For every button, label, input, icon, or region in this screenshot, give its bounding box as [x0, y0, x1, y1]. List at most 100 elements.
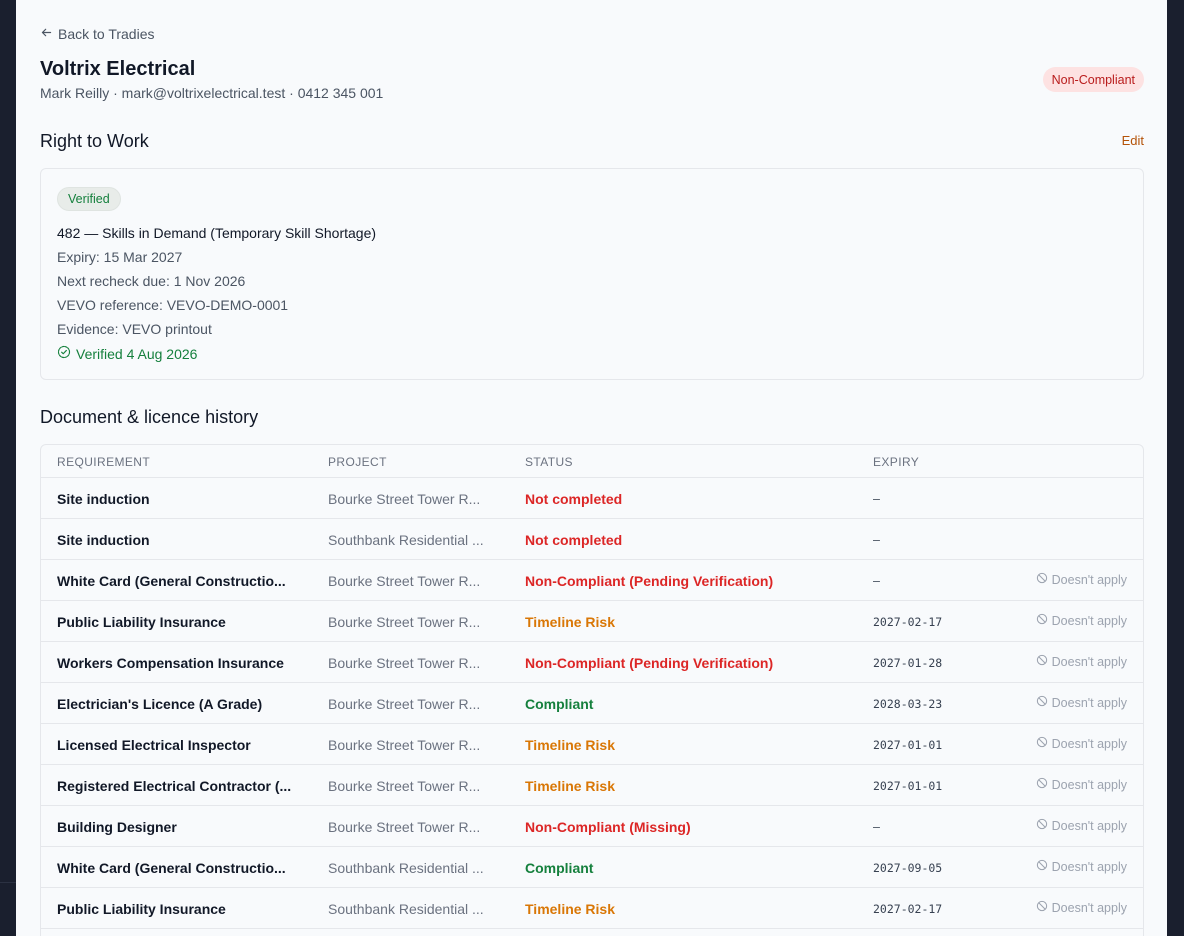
edit-right-to-work-button[interactable]: Edit [1122, 133, 1144, 148]
requirement-cell: White Card (General Constructio... [57, 573, 286, 589]
verified-badge: Verified [57, 187, 121, 211]
right-rail [1167, 0, 1184, 936]
ban-icon [1036, 736, 1048, 751]
ban-icon [1036, 900, 1048, 915]
right-to-work-heading: Right to Work [40, 131, 149, 151]
ban-icon [1036, 818, 1048, 833]
doesnt-apply-button[interactable]: Doesn't apply [1036, 859, 1127, 874]
doesnt-apply-button[interactable]: Doesn't apply [1036, 654, 1127, 669]
evidence: Evidence: VEVO printout [57, 321, 212, 337]
table-row: Building Designer Bourke Street Tower R..… [41, 806, 1143, 847]
check-circle-icon [57, 345, 71, 362]
rail-divider [0, 882, 16, 883]
history-table: REQUIREMENT PROJECT STATUS EXPIRY Site i… [40, 444, 1144, 936]
right-to-work-card: Verified 482 — Skills in Demand (Tempora… [40, 168, 1144, 380]
requirement-cell: Building Designer [57, 819, 177, 835]
ban-icon [1036, 859, 1048, 874]
project-cell: Bourke Street Tower R... [328, 491, 481, 507]
status-cell: Compliant [525, 696, 594, 712]
expiry-cell: 2028-03-23 [873, 697, 943, 711]
next-recheck: Next recheck due: 1 Nov 2026 [57, 273, 246, 289]
verified-date-label: Verified 4 Aug 2026 [76, 345, 198, 362]
doesnt-apply-button[interactable]: Doesn't apply [1036, 695, 1127, 710]
table-row: Electrician's Licence (A Grade) Bourke St… [41, 683, 1143, 724]
doesnt-apply-button[interactable]: Doesn't apply [1036, 736, 1127, 751]
history-heading: Document & licence history [40, 407, 259, 427]
doesnt-apply-label: Doesn't apply [1051, 777, 1127, 792]
requirement-cell: Public Liability Insurance [57, 901, 226, 917]
table-row: Site induction Southbank Residential ... N… [41, 519, 1143, 560]
status-cell: Not completed [525, 532, 623, 548]
column-header-expiry: EXPIRY [873, 455, 920, 469]
doesnt-apply-button[interactable]: Doesn't apply [1036, 572, 1127, 587]
requirement-cell: Licensed Electrical Inspector [57, 737, 251, 753]
status-cell: Non-Compliant (Missing) [525, 819, 691, 835]
expiry-cell: 2027-02-17 [873, 615, 943, 629]
requirement-cell: Site induction [57, 491, 150, 507]
requirement-cell: Site induction [57, 532, 150, 548]
tradie-contact: Mark Reilly · mark@voltrixelectrical.tes… [40, 85, 384, 101]
expiry-cell: 2027-01-01 [873, 738, 943, 752]
expiry-cell: 2027-01-01 [873, 779, 943, 793]
table-row: Public Liability Insurance Southbank Resi… [41, 888, 1143, 929]
table-row: Registered Electrical Contractor (... Bou… [41, 765, 1143, 806]
doesnt-apply-label: Doesn't apply [1051, 695, 1127, 710]
requirement-cell: Registered Electrical Contractor (... [57, 778, 292, 794]
status-cell: Non-Compliant (Pending Verification) [525, 655, 774, 671]
tradie-name: Voltrix Electrical [40, 58, 196, 80]
doesnt-apply-button[interactable]: Doesn't apply [1036, 900, 1127, 915]
status-cell: Timeline Risk [525, 901, 616, 917]
requirement-cell: Workers Compensation Insurance [57, 655, 284, 671]
requirement-cell: Electrician's Licence (A Grade) [57, 696, 263, 712]
vevo-reference: VEVO reference: VEVO-DEMO-0001 [57, 297, 289, 313]
table-body: Site induction Bourke Street Tower R... No… [41, 478, 1143, 929]
column-header-requirement: REQUIREMENT [57, 455, 151, 469]
ban-icon [1036, 613, 1048, 628]
expiry-cell: – [873, 574, 880, 588]
ban-icon [1036, 654, 1048, 669]
status-cell: Timeline Risk [525, 778, 616, 794]
project-cell: Bourke Street Tower R... [328, 573, 481, 589]
status-cell: Compliant [525, 860, 594, 876]
table-row: White Card (General Constructio... Bourke… [41, 560, 1143, 601]
doesnt-apply-label: Doesn't apply [1051, 736, 1127, 751]
doesnt-apply-button[interactable]: Doesn't apply [1036, 777, 1127, 792]
table-header: REQUIREMENT PROJECT STATUS EXPIRY [41, 445, 1143, 478]
project-cell: Southbank Residential ... [328, 901, 484, 917]
doesnt-apply-button[interactable]: Doesn't apply [1036, 818, 1127, 833]
expiry-cell: – [873, 820, 880, 834]
requirement-cell: White Card (General Constructio... [57, 860, 286, 876]
table-row: Licensed Electrical Inspector Bourke Stre… [41, 724, 1143, 765]
project-cell: Bourke Street Tower R... [328, 696, 481, 712]
table-row: Public Liability Insurance Bourke Street … [41, 601, 1143, 642]
project-cell: Bourke Street Tower R... [328, 737, 481, 753]
table-row: White Card (General Constructio... Southb… [41, 847, 1143, 888]
left-rail [0, 0, 16, 936]
requirement-cell: Public Liability Insurance [57, 614, 226, 630]
doesnt-apply-button[interactable]: Doesn't apply [1036, 613, 1127, 628]
project-cell: Bourke Street Tower R... [328, 655, 481, 671]
project-cell: Southbank Residential ... [328, 860, 484, 876]
project-cell: Bourke Street Tower R... [328, 614, 481, 630]
status-cell: Timeline Risk [525, 737, 616, 753]
table-row: Site induction Bourke Street Tower R... No… [41, 478, 1143, 519]
visa-expiry: Expiry: 15 Mar 2027 [57, 249, 183, 265]
doesnt-apply-label: Doesn't apply [1051, 613, 1127, 628]
column-header-status: STATUS [525, 455, 573, 469]
visa-type: 482 — Skills in Demand (Temporary Skill … [57, 225, 377, 241]
doesnt-apply-label: Doesn't apply [1051, 818, 1127, 833]
doesnt-apply-label: Doesn't apply [1051, 859, 1127, 874]
project-cell: Bourke Street Tower R... [328, 819, 481, 835]
arrow-left-icon [40, 26, 53, 42]
doesnt-apply-label: Doesn't apply [1051, 900, 1127, 915]
doesnt-apply-label: Doesn't apply [1051, 654, 1127, 669]
doesnt-apply-label: Doesn't apply [1051, 572, 1127, 587]
tradie-detail-panel: Back to Tradies Voltrix Electrical Mark … [16, 0, 1167, 936]
back-link-label: Back to Tradies [58, 26, 155, 42]
table-row: Workers Compensation Insurance Bourke Str… [41, 642, 1143, 683]
expiry-cell: 2027-02-17 [873, 902, 943, 916]
ban-icon [1036, 572, 1048, 587]
verified-date: Verified 4 Aug 2026 [57, 345, 197, 362]
back-link[interactable]: Back to Tradies [40, 26, 155, 42]
expiry-cell: – [873, 533, 880, 547]
